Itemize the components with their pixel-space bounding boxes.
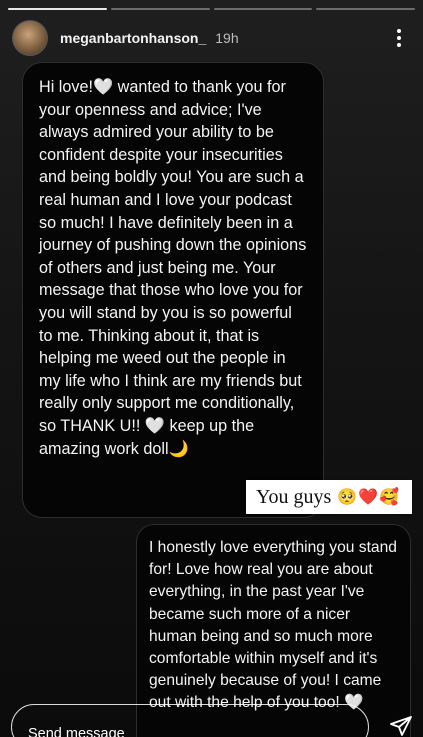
sticker-emoji: 🥺❤️🥰 — [337, 489, 400, 506]
send-message-input[interactable] — [11, 704, 369, 737]
more-vertical-icon[interactable] — [387, 26, 411, 50]
progress-segment — [8, 8, 107, 10]
story-header: meganbartonhanson_ 19h — [12, 20, 411, 56]
text-sticker: You guys 🥺❤️🥰 — [246, 480, 412, 514]
sticker-text: You guys — [256, 485, 332, 508]
message-bubble-incoming: Hi love!🤍 wanted to thank you for your o… — [22, 62, 324, 518]
story-progress-bar — [8, 8, 415, 10]
progress-segment — [213, 8, 313, 10]
progress-segment — [316, 8, 415, 10]
story-footer — [0, 704, 423, 737]
progress-segment — [110, 8, 210, 10]
message-text: I honestly love everything you stand for… — [149, 539, 397, 712]
paper-plane-icon[interactable] — [389, 714, 413, 737]
avatar[interactable] — [12, 20, 48, 56]
post-time: 19h — [215, 30, 239, 46]
username[interactable]: meganbartonhanson_ — [60, 30, 206, 46]
message-text: Hi love!🤍 wanted to thank you for your o… — [39, 78, 307, 458]
